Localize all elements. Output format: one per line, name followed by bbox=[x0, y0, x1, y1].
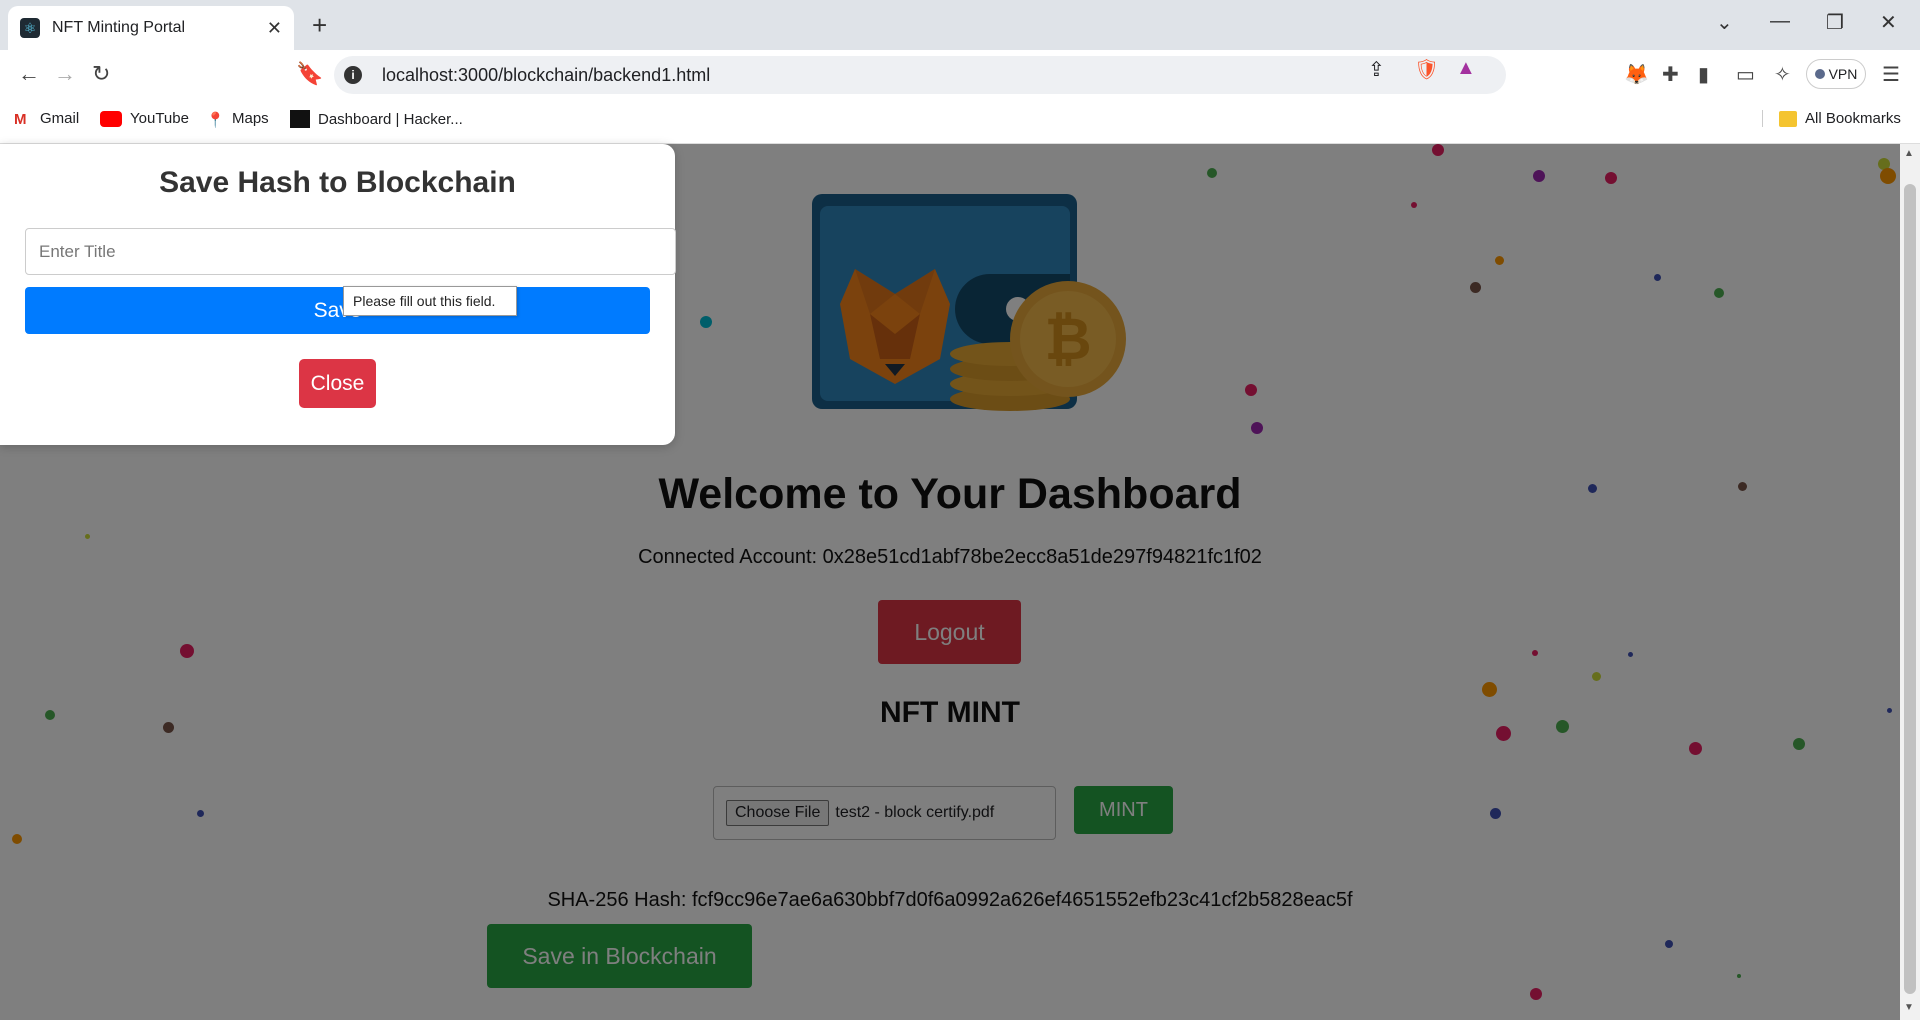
react-icon: ⚛ bbox=[20, 18, 40, 38]
bookmarks-bar: M Gmail YouTube 📍 Maps Dashboard | Hacke… bbox=[0, 98, 1920, 144]
hackerrank-icon bbox=[290, 110, 310, 128]
restore-icon[interactable]: ❐ bbox=[1826, 10, 1844, 35]
brave-shields-icon[interactable]: 🛡 bbox=[1414, 57, 1439, 82]
vpn-status-icon bbox=[1814, 69, 1825, 79]
forward-icon[interactable]: → bbox=[54, 61, 76, 87]
all-bookmarks-label: All Bookmarks bbox=[1805, 110, 1901, 127]
tab-search-icon[interactable]: ⌄ bbox=[1716, 10, 1733, 35]
title-input[interactable]: Enter Title bbox=[25, 228, 676, 275]
scroll-up-icon[interactable]: ▲ bbox=[1904, 148, 1914, 159]
browser-tab-bar: ⚛ NFT Minting Portal ✕ + ⌄ — ❐ ✕ bbox=[0, 0, 1920, 50]
reload-icon[interactable]: ↻ bbox=[92, 61, 110, 87]
new-tab-icon[interactable]: + bbox=[312, 10, 327, 41]
share-icon[interactable]: ⇪ bbox=[1368, 57, 1385, 82]
bookmark-icon[interactable]: 🔖 bbox=[296, 61, 323, 87]
url-text[interactable]: localhost:3000/blockchain/backend1.html bbox=[382, 65, 710, 86]
vpn-label: VPN bbox=[1828, 66, 1858, 82]
maps-pin-icon: 📍 bbox=[206, 111, 225, 129]
scrollbar-thumb[interactable] bbox=[1904, 184, 1916, 994]
bookmark-youtube[interactable]: YouTube bbox=[100, 110, 189, 127]
tab-title: NFT Minting Portal bbox=[52, 19, 186, 36]
site-info-icon[interactable]: i bbox=[344, 66, 362, 84]
page-scrollbar[interactable]: ▲ ▼ bbox=[1900, 144, 1920, 1020]
sidebar-icon[interactable]: ▮ bbox=[1698, 62, 1709, 87]
brave-rewards-icon[interactable]: ▲ bbox=[1456, 57, 1476, 80]
bookmark-gmail[interactable]: M Gmail bbox=[14, 110, 80, 128]
bookmark-label: YouTube bbox=[130, 110, 189, 127]
bookmark-label: Gmail bbox=[40, 110, 80, 127]
metamask-icon[interactable]: 🦊 bbox=[1624, 62, 1649, 87]
close-tab-icon[interactable]: ✕ bbox=[267, 18, 282, 39]
bookmark-label: Dashboard | Hacker... bbox=[318, 110, 463, 128]
browser-tab[interactable]: ⚛ NFT Minting Portal ✕ bbox=[8, 6, 294, 50]
leo-ai-icon[interactable]: ✧ bbox=[1774, 62, 1791, 87]
modal-title: Save Hash to Blockchain bbox=[159, 166, 516, 199]
bookmark-label: Maps bbox=[232, 110, 269, 127]
save-button[interactable]: Save bbox=[25, 287, 650, 334]
browser-toolbar: ← → ↻ 🔖 i localhost:3000/blockchain/back… bbox=[0, 50, 1920, 98]
validation-tooltip: Please fill out this field. bbox=[343, 286, 517, 316]
bookmark-hackerrank[interactable]: Dashboard | Hacker... bbox=[290, 110, 463, 128]
vpn-button[interactable]: VPN bbox=[1806, 59, 1866, 89]
extensions-icon[interactable]: ✚ bbox=[1662, 62, 1679, 87]
folder-icon bbox=[1779, 110, 1797, 127]
menu-icon[interactable]: ☰ bbox=[1882, 62, 1900, 87]
bookmark-maps[interactable]: 📍 Maps bbox=[206, 110, 269, 129]
youtube-icon bbox=[100, 110, 122, 127]
close-window-icon[interactable]: ✕ bbox=[1880, 10, 1897, 35]
scroll-down-icon[interactable]: ▼ bbox=[1904, 1002, 1914, 1013]
gmail-icon: M bbox=[14, 110, 27, 128]
address-bar[interactable]: i localhost:3000/blockchain/backend1.htm… bbox=[334, 56, 1506, 94]
close-button[interactable]: Close bbox=[299, 359, 376, 408]
all-bookmarks[interactable]: All Bookmarks bbox=[1762, 110, 1901, 127]
back-icon[interactable]: ← bbox=[18, 61, 40, 87]
minimize-icon[interactable]: — bbox=[1770, 10, 1790, 33]
wallet-icon[interactable]: ▭ bbox=[1736, 62, 1755, 87]
save-hash-modal: Save Hash to Blockchain Enter Title Save… bbox=[0, 144, 676, 445]
